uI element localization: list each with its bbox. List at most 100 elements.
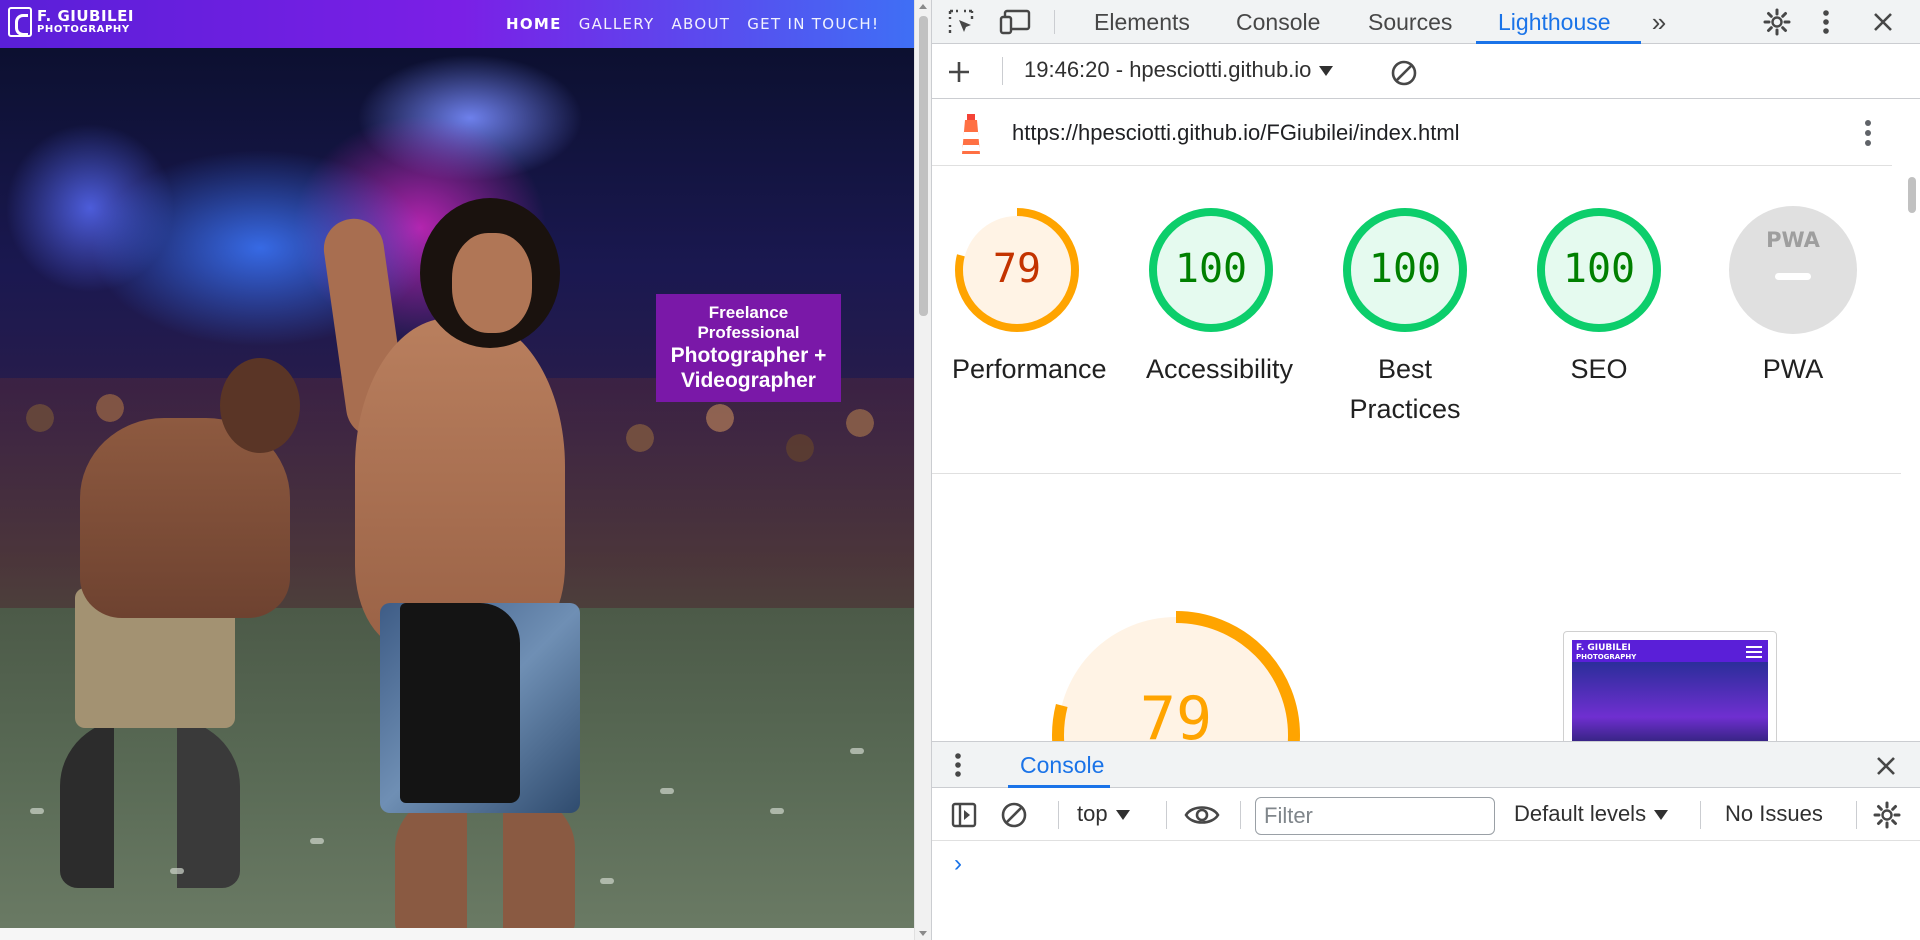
close-devtools-icon[interactable] xyxy=(1868,6,1898,38)
context-select-label: top xyxy=(1077,801,1108,826)
drawer-tabbar: Console xyxy=(932,742,1920,788)
litter xyxy=(310,838,324,844)
gauge-label: PWA xyxy=(1762,354,1824,384)
gauge-accessibility[interactable]: 100 Accessibility xyxy=(1146,205,1294,389)
pwa-badge-text: PWA xyxy=(1766,228,1821,252)
toolbar-separator xyxy=(1700,801,1701,829)
litter xyxy=(30,808,44,814)
toolbar-separator xyxy=(1058,801,1059,829)
gauge-label: Accessibility xyxy=(1146,354,1294,384)
gauge-pwa[interactable]: PWA PWA xyxy=(1728,205,1858,389)
person-2-head xyxy=(220,358,300,453)
thumbnail-image: F. GIUBILEI PHOTOGRAPHY xyxy=(1572,640,1768,741)
issues-counter[interactable]: No Issues xyxy=(1725,801,1823,827)
inspect-element-icon[interactable] xyxy=(944,6,978,38)
context-select[interactable]: top xyxy=(1077,801,1130,827)
person-1-cloth xyxy=(400,603,520,803)
devtools-panel: Elements Console Sources Lighthouse » 19… xyxy=(931,0,1920,940)
drawer-menu-icon[interactable] xyxy=(950,750,966,780)
large-gauge-score: 79 xyxy=(1140,684,1212,741)
report-menu-icon[interactable] xyxy=(1860,116,1876,150)
gauge-ring: 100 xyxy=(1149,208,1273,332)
lighthouse-toolbar: 19:46:20 - hpesciotti.github.io xyxy=(932,45,1920,99)
console-settings-gear-icon[interactable] xyxy=(1870,799,1904,831)
performance-large-gauge: 79 xyxy=(1052,611,1300,741)
log-levels-select[interactable]: Default levels xyxy=(1514,801,1669,827)
nav-gallery[interactable]: GALLERY xyxy=(579,15,655,33)
hamburger-menu-icon xyxy=(1746,646,1762,658)
nav-links: HOME GALLERY ABOUT GET IN TOUCH! xyxy=(506,0,914,48)
drawer-tab-console[interactable]: Console xyxy=(1008,742,1116,788)
device-toolbar-icon[interactable] xyxy=(998,6,1034,38)
site-logo[interactable]: F. GIUBILEI PHOTOGRAPHY xyxy=(8,4,142,40)
report-select-label: 19:46:20 - hpesciotti.github.io xyxy=(1024,57,1312,82)
scroll-down-arrow-icon[interactable] xyxy=(919,931,927,936)
console-filter-input[interactable] xyxy=(1255,797,1495,835)
report-scroll-thumb[interactable] xyxy=(1908,177,1916,213)
gauge-score: 79 xyxy=(993,246,1041,292)
clear-reports-icon[interactable] xyxy=(1388,57,1420,89)
more-options-icon[interactable] xyxy=(1814,6,1838,38)
scroll-up-arrow-icon[interactable] xyxy=(919,4,927,9)
toolbar-separator xyxy=(1240,801,1241,829)
report-select[interactable]: 19:46:20 - hpesciotti.github.io xyxy=(1024,57,1334,83)
site-scroll-thumb[interactable] xyxy=(919,16,928,316)
nav-get-in-touch[interactable]: GET IN TOUCH! xyxy=(747,15,879,33)
hero-image xyxy=(0,48,914,938)
gauge-ring: PWA xyxy=(1729,206,1857,334)
gauge-score: 100 xyxy=(1175,246,1247,292)
lighthouse-logo-icon xyxy=(954,112,988,156)
site-scrollbar[interactable] xyxy=(914,0,931,940)
person-1-face xyxy=(452,233,532,333)
person-1-body xyxy=(355,318,565,648)
badge-line-3: Photographer + xyxy=(670,344,827,367)
logo-line-2: PHOTOGRAPHY xyxy=(37,24,130,35)
badge-line-2: Professional xyxy=(697,323,800,342)
page-screenshot-thumbnail[interactable]: F. GIUBILEI PHOTOGRAPHY xyxy=(1563,631,1777,741)
console-prompt[interactable]: › xyxy=(954,850,962,878)
console-drawer: Console top Default levels xyxy=(932,741,1920,940)
site-bottom-strip xyxy=(0,928,914,940)
badge-line-4: Videographer xyxy=(681,369,816,392)
gauge-label: Best Practices xyxy=(1349,354,1461,424)
dropdown-caret-icon xyxy=(1319,66,1334,77)
close-drawer-icon[interactable] xyxy=(1872,752,1900,780)
gauge-ring: 100 xyxy=(1343,208,1467,332)
tab-lighthouse[interactable]: Lighthouse xyxy=(1498,0,1611,44)
gauge-ring: 100 xyxy=(1537,208,1661,332)
gauge-seo[interactable]: 100 SEO xyxy=(1534,205,1664,389)
gauge-label: Performance xyxy=(952,354,1107,384)
toolbar-separator xyxy=(1856,801,1857,829)
gauge-best-practices[interactable]: 100 Best Practices xyxy=(1340,205,1470,429)
clear-console-icon[interactable] xyxy=(998,799,1030,831)
logo-line-1: F. GIUBILEI xyxy=(37,7,134,25)
live-expression-eye-icon[interactable] xyxy=(1182,799,1222,831)
person-2-legs xyxy=(60,718,240,888)
console-toolbar: top Default levels No Issues xyxy=(932,789,1920,841)
gauge-performance[interactable]: 79 Performance xyxy=(952,205,1107,389)
nav-about[interactable]: ABOUT xyxy=(672,15,731,33)
report-url[interactable]: https://hpesciotti.github.io/FGiubilei/i… xyxy=(1012,120,1460,146)
tab-elements[interactable]: Elements xyxy=(1094,0,1190,44)
gauge-fill xyxy=(1729,206,1857,334)
log-levels-label: Default levels xyxy=(1514,801,1647,826)
hero-badge: Freelance Professional Photographer + Vi… xyxy=(656,294,841,402)
litter xyxy=(660,788,674,794)
logo-text: F. GIUBILEI PHOTOGRAPHY xyxy=(37,9,134,35)
show-sidebar-icon[interactable] xyxy=(948,799,980,831)
settings-gear-icon[interactable] xyxy=(1760,6,1794,38)
dropdown-caret-icon xyxy=(1115,810,1130,821)
gauge-ring: 79 xyxy=(955,208,1079,332)
gauge-label: SEO xyxy=(1570,354,1628,384)
tab-sources[interactable]: Sources xyxy=(1368,0,1452,44)
gauge-score: 100 xyxy=(1563,246,1635,292)
report-scrollbar[interactable] xyxy=(1901,167,1920,741)
nav-home[interactable]: HOME xyxy=(506,15,562,33)
gauge-score: 100 xyxy=(1369,246,1441,292)
litter xyxy=(850,748,864,754)
tab-console[interactable]: Console xyxy=(1236,0,1320,44)
new-report-plus-icon[interactable] xyxy=(942,55,976,89)
thumbnail-logo-line-2: PHOTOGRAPHY xyxy=(1576,653,1637,661)
drawer-active-tab-indicator xyxy=(1008,785,1110,788)
chevron-double-right-icon[interactable]: » xyxy=(1644,6,1674,38)
